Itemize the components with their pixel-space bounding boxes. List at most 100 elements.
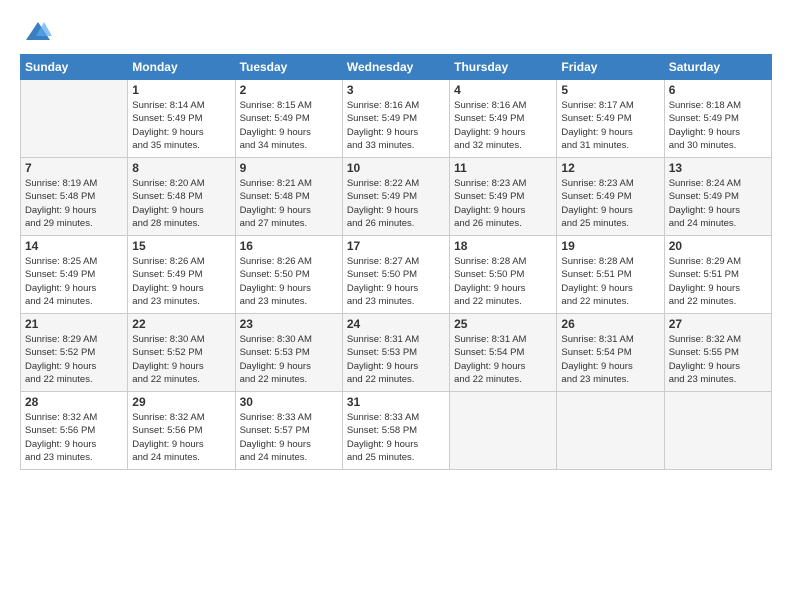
- day-cell: 22 Sunrise: 8:30 AM Sunset: 5:52 PM Dayli…: [128, 314, 235, 392]
- day-info: Sunrise: 8:29 AM Sunset: 5:52 PM Dayligh…: [25, 333, 123, 386]
- day-info: Sunrise: 8:33 AM Sunset: 5:57 PM Dayligh…: [240, 411, 338, 464]
- day-cell: 2 Sunrise: 8:15 AM Sunset: 5:49 PM Daylig…: [235, 80, 342, 158]
- day-number: 10: [347, 161, 445, 175]
- day-cell: 26 Sunrise: 8:31 AM Sunset: 5:54 PM Dayli…: [557, 314, 664, 392]
- day-cell: [450, 392, 557, 470]
- day-cell: 21 Sunrise: 8:29 AM Sunset: 5:52 PM Dayli…: [21, 314, 128, 392]
- day-number: 16: [240, 239, 338, 253]
- day-cell: 4 Sunrise: 8:16 AM Sunset: 5:49 PM Daylig…: [450, 80, 557, 158]
- day-number: 13: [669, 161, 767, 175]
- column-header-monday: Monday: [128, 55, 235, 80]
- day-cell: 18 Sunrise: 8:28 AM Sunset: 5:50 PM Dayli…: [450, 236, 557, 314]
- day-info: Sunrise: 8:20 AM Sunset: 5:48 PM Dayligh…: [132, 177, 230, 230]
- day-info: Sunrise: 8:32 AM Sunset: 5:55 PM Dayligh…: [669, 333, 767, 386]
- day-info: Sunrise: 8:25 AM Sunset: 5:49 PM Dayligh…: [25, 255, 123, 308]
- day-cell: 27 Sunrise: 8:32 AM Sunset: 5:55 PM Dayli…: [664, 314, 771, 392]
- day-info: Sunrise: 8:21 AM Sunset: 5:48 PM Dayligh…: [240, 177, 338, 230]
- day-number: 15: [132, 239, 230, 253]
- day-info: Sunrise: 8:19 AM Sunset: 5:48 PM Dayligh…: [25, 177, 123, 230]
- column-header-saturday: Saturday: [664, 55, 771, 80]
- logo-icon: [24, 18, 52, 46]
- day-info: Sunrise: 8:27 AM Sunset: 5:50 PM Dayligh…: [347, 255, 445, 308]
- day-cell: [21, 80, 128, 158]
- day-cell: 1 Sunrise: 8:14 AM Sunset: 5:49 PM Daylig…: [128, 80, 235, 158]
- day-info: Sunrise: 8:16 AM Sunset: 5:49 PM Dayligh…: [454, 99, 552, 152]
- day-number: 1: [132, 83, 230, 97]
- day-cell: 20 Sunrise: 8:29 AM Sunset: 5:51 PM Dayli…: [664, 236, 771, 314]
- day-cell: 13 Sunrise: 8:24 AM Sunset: 5:49 PM Dayli…: [664, 158, 771, 236]
- day-info: Sunrise: 8:15 AM Sunset: 5:49 PM Dayligh…: [240, 99, 338, 152]
- day-number: 14: [25, 239, 123, 253]
- day-cell: 3 Sunrise: 8:16 AM Sunset: 5:49 PM Daylig…: [342, 80, 449, 158]
- day-info: Sunrise: 8:32 AM Sunset: 5:56 PM Dayligh…: [132, 411, 230, 464]
- week-row-5: 28Sunrise: 8:32 AM Sunset: 5:56 PM Dayli…: [21, 392, 772, 470]
- day-cell: [557, 392, 664, 470]
- day-info: Sunrise: 8:23 AM Sunset: 5:49 PM Dayligh…: [454, 177, 552, 230]
- day-info: Sunrise: 8:32 AM Sunset: 5:56 PM Dayligh…: [25, 411, 123, 464]
- day-number: 19: [561, 239, 659, 253]
- day-number: 6: [669, 83, 767, 97]
- column-header-wednesday: Wednesday: [342, 55, 449, 80]
- day-number: 12: [561, 161, 659, 175]
- day-cell: 24Sunrise: 8:31 AM Sunset: 5:53 PM Dayli…: [342, 314, 449, 392]
- day-number: 3: [347, 83, 445, 97]
- week-row-3: 14 Sunrise: 8:25 AM Sunset: 5:49 PM Dayli…: [21, 236, 772, 314]
- day-cell: 15 Sunrise: 8:26 AM Sunset: 5:49 PM Dayli…: [128, 236, 235, 314]
- day-number: 23: [240, 317, 338, 331]
- day-number: 7: [25, 161, 123, 175]
- day-number: 27: [669, 317, 767, 331]
- day-number: 29: [132, 395, 230, 409]
- day-cell: 12Sunrise: 8:23 AM Sunset: 5:49 PM Dayli…: [557, 158, 664, 236]
- day-info: Sunrise: 8:22 AM Sunset: 5:49 PM Dayligh…: [347, 177, 445, 230]
- week-row-4: 21 Sunrise: 8:29 AM Sunset: 5:52 PM Dayli…: [21, 314, 772, 392]
- day-number: 26: [561, 317, 659, 331]
- column-header-thursday: Thursday: [450, 55, 557, 80]
- day-number: 24: [347, 317, 445, 331]
- day-number: 20: [669, 239, 767, 253]
- day-info: Sunrise: 8:31 AM Sunset: 5:54 PM Dayligh…: [454, 333, 552, 386]
- day-number: 17: [347, 239, 445, 253]
- day-cell: 16 Sunrise: 8:26 AM Sunset: 5:50 PM Dayli…: [235, 236, 342, 314]
- day-cell: 6Sunrise: 8:18 AM Sunset: 5:49 PM Daylig…: [664, 80, 771, 158]
- day-number: 9: [240, 161, 338, 175]
- day-info: Sunrise: 8:31 AM Sunset: 5:54 PM Dayligh…: [561, 333, 659, 386]
- day-number: 22: [132, 317, 230, 331]
- day-cell: 9 Sunrise: 8:21 AM Sunset: 5:48 PM Daylig…: [235, 158, 342, 236]
- column-header-tuesday: Tuesday: [235, 55, 342, 80]
- column-header-friday: Friday: [557, 55, 664, 80]
- day-number: 2: [240, 83, 338, 97]
- day-info: Sunrise: 8:28 AM Sunset: 5:51 PM Dayligh…: [561, 255, 659, 308]
- day-cell: 8 Sunrise: 8:20 AM Sunset: 5:48 PM Daylig…: [128, 158, 235, 236]
- day-number: 8: [132, 161, 230, 175]
- day-info: Sunrise: 8:17 AM Sunset: 5:49 PM Dayligh…: [561, 99, 659, 152]
- week-row-1: 1 Sunrise: 8:14 AM Sunset: 5:49 PM Daylig…: [21, 80, 772, 158]
- day-info: Sunrise: 8:16 AM Sunset: 5:49 PM Dayligh…: [347, 99, 445, 152]
- day-number: 4: [454, 83, 552, 97]
- day-number: 11: [454, 161, 552, 175]
- day-number: 31: [347, 395, 445, 409]
- day-info: Sunrise: 8:28 AM Sunset: 5:50 PM Dayligh…: [454, 255, 552, 308]
- day-cell: [664, 392, 771, 470]
- calendar-table: SundayMondayTuesdayWednesdayThursdayFrid…: [20, 54, 772, 470]
- day-info: Sunrise: 8:33 AM Sunset: 5:58 PM Dayligh…: [347, 411, 445, 464]
- day-number: 21: [25, 317, 123, 331]
- day-cell: 11 Sunrise: 8:23 AM Sunset: 5:49 PM Dayli…: [450, 158, 557, 236]
- day-cell: 23 Sunrise: 8:30 AM Sunset: 5:53 PM Dayli…: [235, 314, 342, 392]
- day-number: 25: [454, 317, 552, 331]
- day-info: Sunrise: 8:26 AM Sunset: 5:50 PM Dayligh…: [240, 255, 338, 308]
- day-info: Sunrise: 8:30 AM Sunset: 5:52 PM Dayligh…: [132, 333, 230, 386]
- day-number: 18: [454, 239, 552, 253]
- logo: [20, 18, 52, 46]
- day-info: Sunrise: 8:24 AM Sunset: 5:49 PM Dayligh…: [669, 177, 767, 230]
- day-cell: 25 Sunrise: 8:31 AM Sunset: 5:54 PM Dayli…: [450, 314, 557, 392]
- day-cell: 14 Sunrise: 8:25 AM Sunset: 5:49 PM Dayli…: [21, 236, 128, 314]
- day-info: Sunrise: 8:30 AM Sunset: 5:53 PM Dayligh…: [240, 333, 338, 386]
- day-cell: 31 Sunrise: 8:33 AM Sunset: 5:58 PM Dayli…: [342, 392, 449, 470]
- day-cell: 7 Sunrise: 8:19 AM Sunset: 5:48 PM Daylig…: [21, 158, 128, 236]
- day-info: Sunrise: 8:14 AM Sunset: 5:49 PM Dayligh…: [132, 99, 230, 152]
- day-info: Sunrise: 8:26 AM Sunset: 5:49 PM Dayligh…: [132, 255, 230, 308]
- header-row: SundayMondayTuesdayWednesdayThursdayFrid…: [21, 55, 772, 80]
- day-cell: 29 Sunrise: 8:32 AM Sunset: 5:56 PM Dayli…: [128, 392, 235, 470]
- day-info: Sunrise: 8:29 AM Sunset: 5:51 PM Dayligh…: [669, 255, 767, 308]
- page: SundayMondayTuesdayWednesdayThursdayFrid…: [0, 0, 792, 612]
